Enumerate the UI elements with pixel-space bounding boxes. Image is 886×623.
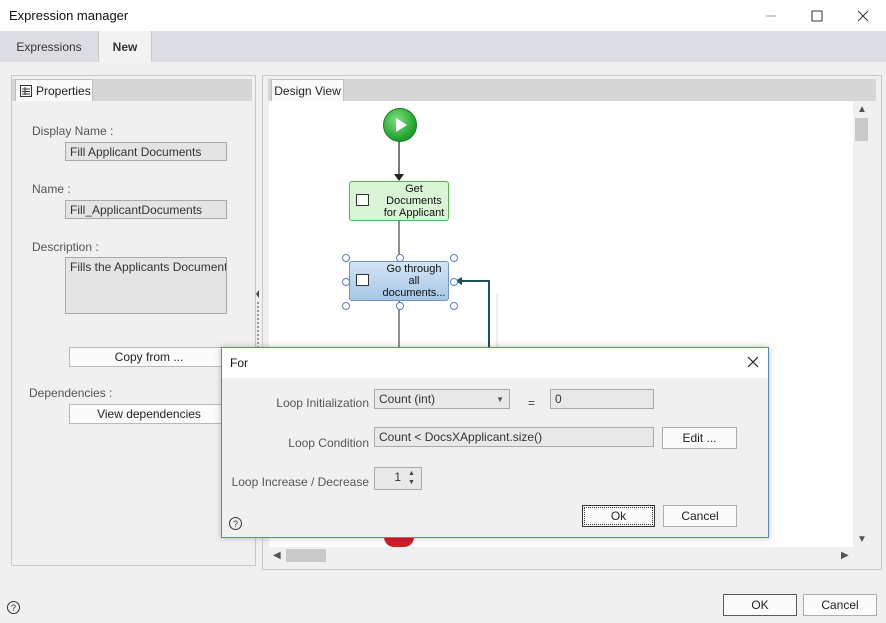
loop-init-type-select[interactable]: Count (int) ▼ <box>374 389 510 409</box>
vertical-scroll-thumb[interactable] <box>855 118 868 141</box>
loop-icon <box>356 274 369 286</box>
scroll-down-icon[interactable]: ▼ <box>857 534 867 545</box>
dialog-title: For <box>230 356 248 370</box>
selection-handle[interactable] <box>342 302 350 310</box>
copy-from-button[interactable]: Copy from ... <box>69 347 229 367</box>
maximize-button[interactable] <box>794 0 840 31</box>
workflow-node-get-documents[interactable]: Get Documents for Applicant <box>349 181 449 221</box>
dialog-help-icon[interactable]: ? <box>229 517 242 530</box>
scroll-right-icon[interactable]: ▶ <box>841 550 849 561</box>
properties-tab[interactable]: Properties <box>15 79 93 101</box>
node-label: Go through all documents... <box>382 263 446 299</box>
minimize-icon <box>766 15 776 16</box>
maximize-icon <box>811 10 823 21</box>
ok-button[interactable]: OK <box>723 594 797 616</box>
play-icon <box>396 118 407 132</box>
selection-handle[interactable] <box>450 278 458 286</box>
start-node[interactable] <box>383 108 417 142</box>
selection-handle[interactable] <box>450 254 458 262</box>
close-icon <box>857 10 869 21</box>
chevron-down-icon: ▼ <box>496 395 504 404</box>
equals-sign: = <box>528 396 536 410</box>
minimize-button[interactable] <box>748 0 794 31</box>
loop-init-label: Loop Initialization <box>276 396 369 410</box>
edit-condition-button[interactable]: Edit ... <box>662 427 737 449</box>
properties-tab-label: Properties <box>36 83 91 98</box>
properties-grid-icon <box>20 84 32 97</box>
tab-expressions[interactable]: Expressions <box>0 31 98 62</box>
vertical-scrollbar[interactable] <box>853 101 870 547</box>
name-label: Name : <box>32 182 71 196</box>
dialog-close-button[interactable] <box>744 353 762 371</box>
splitter-arrow-icon <box>256 290 259 348</box>
close-icon <box>747 356 759 368</box>
selection-handle[interactable] <box>342 278 350 286</box>
dialog-titlebar <box>222 348 768 378</box>
activity-icon <box>356 194 369 206</box>
selection-handle[interactable] <box>342 254 350 262</box>
scroll-left-icon[interactable]: ◀ <box>273 550 281 561</box>
selection-handle[interactable] <box>396 302 404 310</box>
description-label: Description : <box>32 240 99 254</box>
dependencies-label: Dependencies : <box>29 386 113 400</box>
display-name-label: Display Name : <box>32 124 114 138</box>
selection-handle[interactable] <box>396 254 404 262</box>
display-name-field[interactable]: Fill Applicant Documents <box>65 142 227 161</box>
cancel-button[interactable]: Cancel <box>803 594 877 616</box>
design-view-tabstrip <box>268 79 876 101</box>
stepper-arrows-icon[interactable]: ▲ ▼ <box>408 469 415 487</box>
description-field[interactable]: Fills the Applicants Documents <box>65 257 227 314</box>
selection-handle[interactable] <box>450 302 458 310</box>
node-label: Get Documents for Applicant <box>383 183 445 219</box>
panel-splitter[interactable] <box>256 290 260 350</box>
name-field[interactable]: Fill_ApplicantDocuments <box>65 200 227 219</box>
loop-condition-label: Loop Condition <box>288 436 369 450</box>
window-title: Expression manager <box>9 8 129 23</box>
horizontal-scrollbar[interactable] <box>269 547 853 564</box>
view-dependencies-button[interactable]: View dependencies <box>69 404 229 424</box>
tab-new[interactable]: New <box>98 31 152 63</box>
loop-condition-field[interactable]: Count < DocsXApplicant.size() <box>374 427 654 447</box>
loop-init-value-field[interactable]: 0 <box>550 389 654 409</box>
dialog-cancel-button[interactable]: Cancel <box>663 505 737 527</box>
loop-increase-label: Loop Increase / Decrease <box>231 475 369 489</box>
workflow-node-loop[interactable]: Go through all documents... <box>349 261 449 301</box>
dialog-ok-button[interactable]: Ok <box>582 505 655 527</box>
horizontal-scroll-thumb[interactable] <box>286 549 326 562</box>
close-button[interactable] <box>840 0 886 31</box>
loop-init-type-value: Count (int) <box>379 392 436 406</box>
help-icon[interactable]: ? <box>7 601 20 614</box>
scroll-up-icon[interactable]: ▲ <box>857 104 867 115</box>
design-view-tab[interactable]: Design View <box>271 79 344 101</box>
